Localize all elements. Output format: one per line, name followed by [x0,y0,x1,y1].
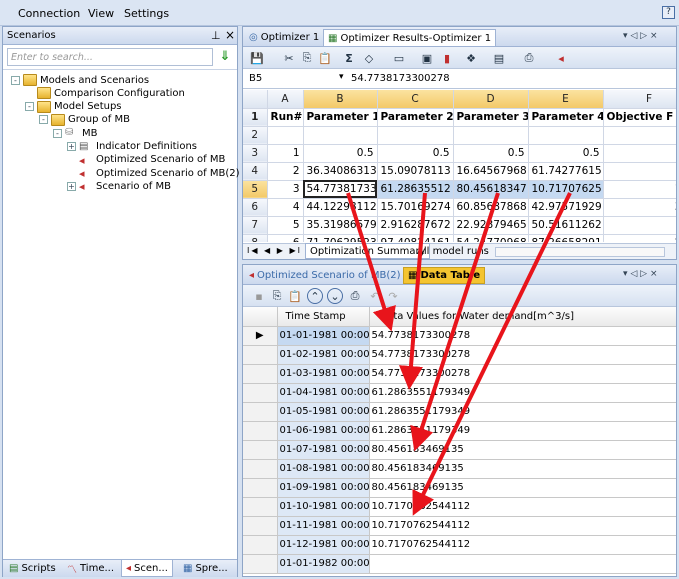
arrow-parameter-1 [346,192,396,332]
arrow-parameter-2 [399,192,427,390]
annotation-arrows [346,192,572,516]
arrow-parameter-4 [412,192,572,516]
arrow-parameter-3 [410,192,500,452]
